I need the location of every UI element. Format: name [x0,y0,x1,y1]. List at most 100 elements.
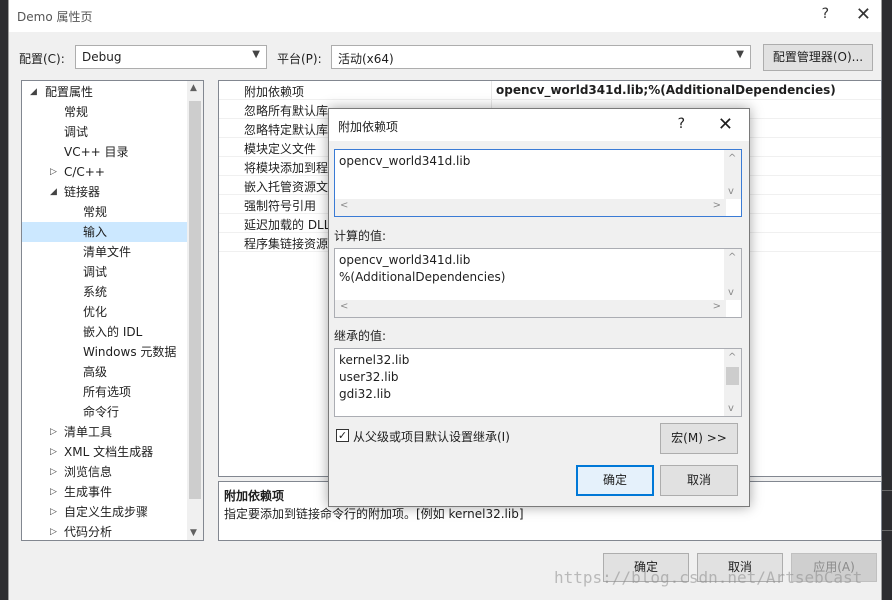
tree-item-label: 调试 [83,265,108,279]
tree-item-label: 代码分析 [64,525,113,539]
text-line: %(AdditionalDependencies) [339,270,506,284]
tree-item[interactable]: 常规 [22,202,188,222]
property-row[interactable]: 附加依赖项 opencv_world341d.lib;%(AdditionalDe… [219,81,881,100]
tree-item-label: 自定义生成步骤 [64,505,149,519]
dialog-ok-button[interactable]: 确定 [576,465,654,496]
tree-item[interactable]: ▷ C/C++ [22,162,188,182]
background-right-edge [882,0,892,600]
tree-item-label: 配置属性 [45,85,94,99]
scroll-up-icon[interactable]: ▲ [190,83,197,93]
inherit-checkbox-label: 从父级或项目默认设置继承(I) [353,430,510,444]
computed-hscroll[interactable]: < > [335,300,726,317]
tree-item-label: 优化 [83,305,108,319]
tree-item[interactable]: 优化 [22,302,188,322]
tree-item-label: 输入 [83,225,108,239]
tree-item-label: C/C++ [64,165,105,179]
inherited-vscroll[interactable]: ^ v [724,349,741,416]
computed-values-box: opencv_world341d.lib %(AdditionalDependen… [334,248,742,318]
property-name: 延迟加载的 DLL [244,218,331,232]
scroll-down-icon[interactable]: ▼ [190,528,197,538]
tree-item-label: 嵌入的 IDL [83,325,143,339]
expand-arrow-icon[interactable]: ▷ [50,522,57,540]
tree-item[interactable]: 系统 [22,282,188,302]
tree-item[interactable]: 所有选项 [22,382,188,402]
tree-item[interactable]: Windows 元数据 [22,342,188,362]
tree-item-label: 命令行 [83,405,120,419]
property-name: 强制符号引用 [244,199,317,213]
tree-item-label: 系统 [83,285,108,299]
tree-item[interactable]: 命令行 [22,402,188,422]
tree-item[interactable]: ▷ 清单工具 [22,422,188,442]
expand-arrow-icon[interactable]: ▷ [50,482,57,502]
tree-item[interactable]: 调试 [22,122,188,142]
macro-button[interactable]: 宏(M) >> [660,423,738,454]
tree-item[interactable]: 常规 [22,102,188,122]
config-label: 配置(C): [19,52,65,66]
expand-arrow-icon[interactable]: ▷ [50,502,57,522]
expand-arrow-icon[interactable]: ▷ [50,442,57,462]
tree-item-label: 调试 [64,125,89,139]
text-line: opencv_world341d.lib [339,253,471,267]
expand-arrow-icon[interactable]: ▷ [50,162,57,182]
property-name: 模块定义文件 [244,142,317,156]
property-name: 忽略所有默认库 [244,104,329,118]
tree-item-label: 高级 [83,365,108,379]
collapse-arrow-icon[interactable]: ◢ [30,82,37,102]
dialog-title-bar: 附加依赖项 ? ✕ [329,109,749,141]
tree-scrollbar[interactable]: ▲ ▼ [187,81,203,540]
tree-item[interactable]: 高级 [22,362,188,382]
title-bar: Demo 属性页 ? ✕ [9,0,881,32]
scroll-thumb[interactable] [189,101,201,499]
tree-item-label: XML 文档生成器 [64,445,154,459]
inherit-checkbox[interactable]: ✓ [336,429,349,442]
property-tree[interactable]: ▷ 代码分析 ▷ 自定义生成步骤 ▷ 生成事件 ▷ 浏览信息 ▷ XML 文档生成器 ▷ 清单工具 命令… [21,80,204,541]
description-text: 指定要添加到链接命令行的附加项。[例如 kernel32.lib] [224,507,524,521]
config-select[interactable]: Debug ▼ [75,45,267,69]
tree-item[interactable]: 输入 [22,222,188,242]
close-icon[interactable]: ✕ [856,4,871,25]
config-select-value: Debug [82,50,122,64]
expand-arrow-icon[interactable]: ▷ [50,462,57,482]
help-icon[interactable]: ? [678,116,685,132]
tree-item[interactable]: ▷ 浏览信息 [22,462,188,482]
tree-item[interactable]: 嵌入的 IDL [22,322,188,342]
scroll-thumb[interactable] [726,367,739,385]
dependencies-edit-box[interactable]: opencv_world341d.lib ^ v < > [334,149,742,217]
collapse-arrow-icon[interactable]: ◢ [50,182,57,202]
tree-item[interactable]: ▷ 生成事件 [22,482,188,502]
property-value[interactable]: opencv_world341d.lib;%(AdditionalDepende… [496,83,836,97]
text-line: opencv_world341d.lib [339,154,471,168]
platform-select[interactable]: 活动(x64) ▼ [331,45,751,69]
text-line: user32.lib [339,370,399,384]
property-name: 将模块添加到程 [244,161,329,175]
window-title: Demo 属性页 [17,10,93,24]
help-icon[interactable]: ? [822,6,829,22]
tree-item[interactable]: ▷ 代码分析 [22,522,188,540]
tree-item-label: Windows 元数据 [83,345,177,359]
edit-hscroll[interactable]: < > [335,199,726,216]
dialog-title: 附加依赖项 [338,120,399,134]
dialog-cancel-button[interactable]: 取消 [660,465,738,496]
tree-item[interactable]: 调试 [22,262,188,282]
tree-item[interactable]: VC++ 目录 [22,142,188,162]
property-name: 忽略特定默认库 [244,123,329,137]
edit-lines: opencv_world341d.lib [339,153,470,170]
computed-vscroll[interactable]: ^ v [724,249,741,300]
tree-item[interactable]: ◢ 配置属性 [22,82,188,102]
tree-item-label: 清单文件 [83,245,132,259]
tree-item-label: 链接器 [64,185,101,199]
tree-item[interactable]: ▷ 自定义生成步骤 [22,502,188,522]
close-icon[interactable]: ✕ [718,114,733,135]
expand-arrow-icon[interactable]: ▷ [50,422,57,442]
tree-item-label: 常规 [64,105,89,119]
tree-item[interactable]: 清单文件 [22,242,188,262]
inherited-lines: kernel32.lib user32.lib gdi32.lib [339,352,409,403]
additional-dependencies-dialog: 附加依赖项 ? ✕ opencv_world341d.lib ^ v < > 计… [328,108,750,507]
tree-item[interactable]: ▷ XML 文档生成器 [22,442,188,462]
tree-item-label: 常规 [83,205,108,219]
edit-vscroll[interactable]: ^ v [724,150,741,199]
computed-lines: opencv_world341d.lib %(AdditionalDependen… [339,252,505,286]
platform-select-value: 活动(x64) [338,52,394,66]
config-manager-button[interactable]: 配置管理器(O)... [763,44,873,71]
tree-item[interactable]: ◢ 链接器 [22,182,188,202]
